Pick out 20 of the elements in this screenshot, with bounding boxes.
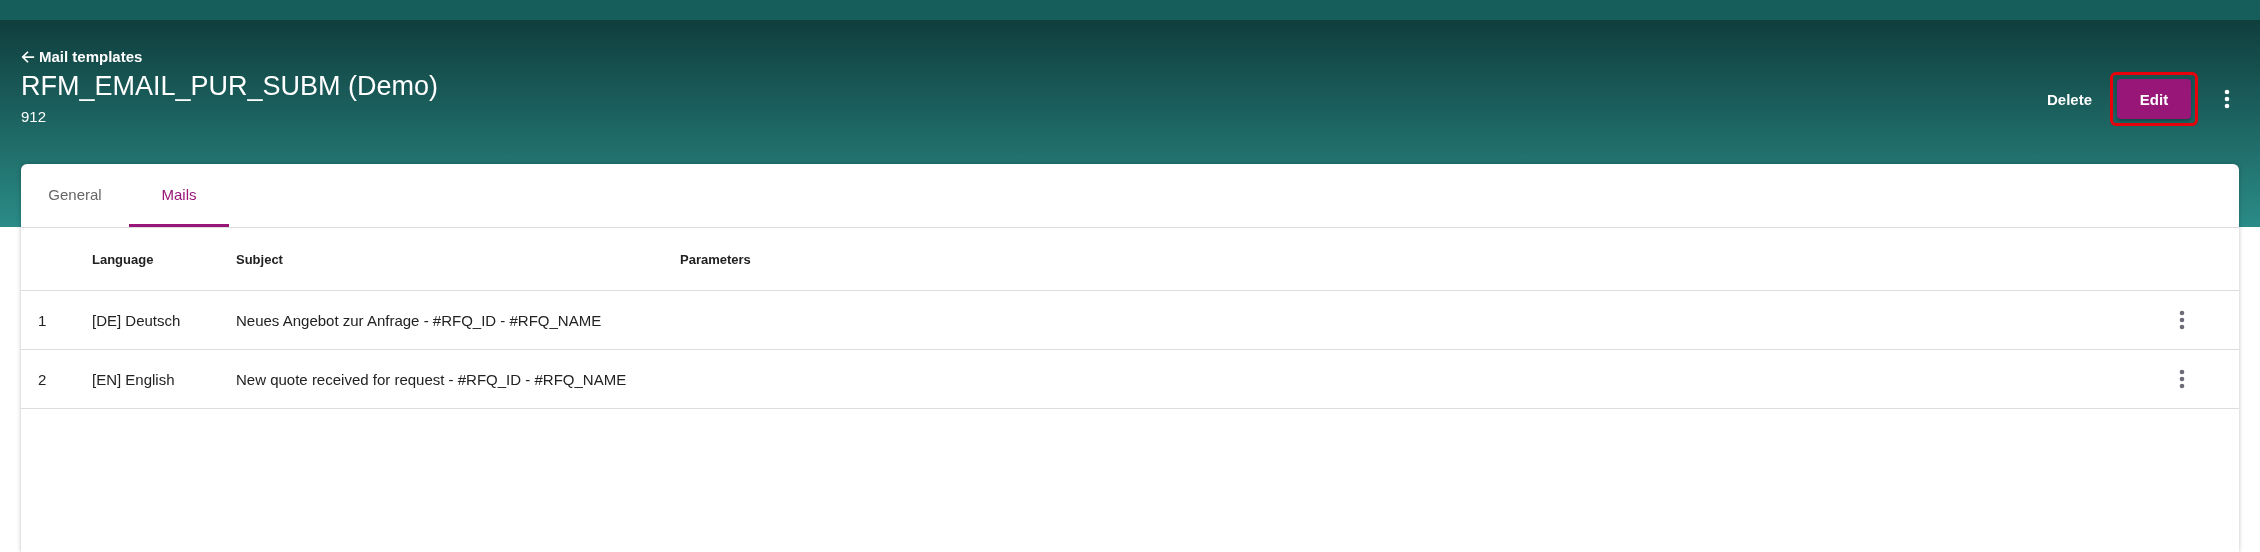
table-cell-text: New quote received for request - #RFQ_ID - #RFQ_NAME bbox=[236, 370, 628, 388]
more-options-icon[interactable] bbox=[2224, 89, 2230, 109]
back-arrow-icon bbox=[21, 49, 35, 64]
back-link[interactable]: Mail templates bbox=[21, 48, 439, 65]
edit-button[interactable]: Edit bbox=[2117, 79, 2191, 119]
table-cell-text: 2 bbox=[37, 370, 48, 388]
column-header: Subject bbox=[236, 251, 284, 267]
tab[interactable]: General bbox=[21, 164, 129, 227]
column-header: Parameters bbox=[680, 251, 752, 267]
table-cell-text: Neues Angebot zur Anfrage - #RFQ_ID - #RFQ_NAME bbox=[236, 311, 603, 329]
table-cell-text: [DE] Deutsch bbox=[92, 311, 182, 329]
more-options-icon[interactable] bbox=[2179, 310, 2185, 330]
delete-button[interactable]: Delete bbox=[2046, 90, 2092, 108]
tab[interactable]: Mails bbox=[129, 164, 229, 227]
page-title: RFM_EMAIL_PUR_SUBM (Demo) bbox=[21, 71, 439, 102]
table-cell-text: 1 bbox=[37, 311, 48, 329]
table-cell-text: [EN] English bbox=[92, 370, 176, 388]
column-header: Language bbox=[92, 251, 155, 267]
more-options-icon[interactable] bbox=[2179, 369, 2185, 389]
record-id: 912 bbox=[21, 108, 48, 125]
